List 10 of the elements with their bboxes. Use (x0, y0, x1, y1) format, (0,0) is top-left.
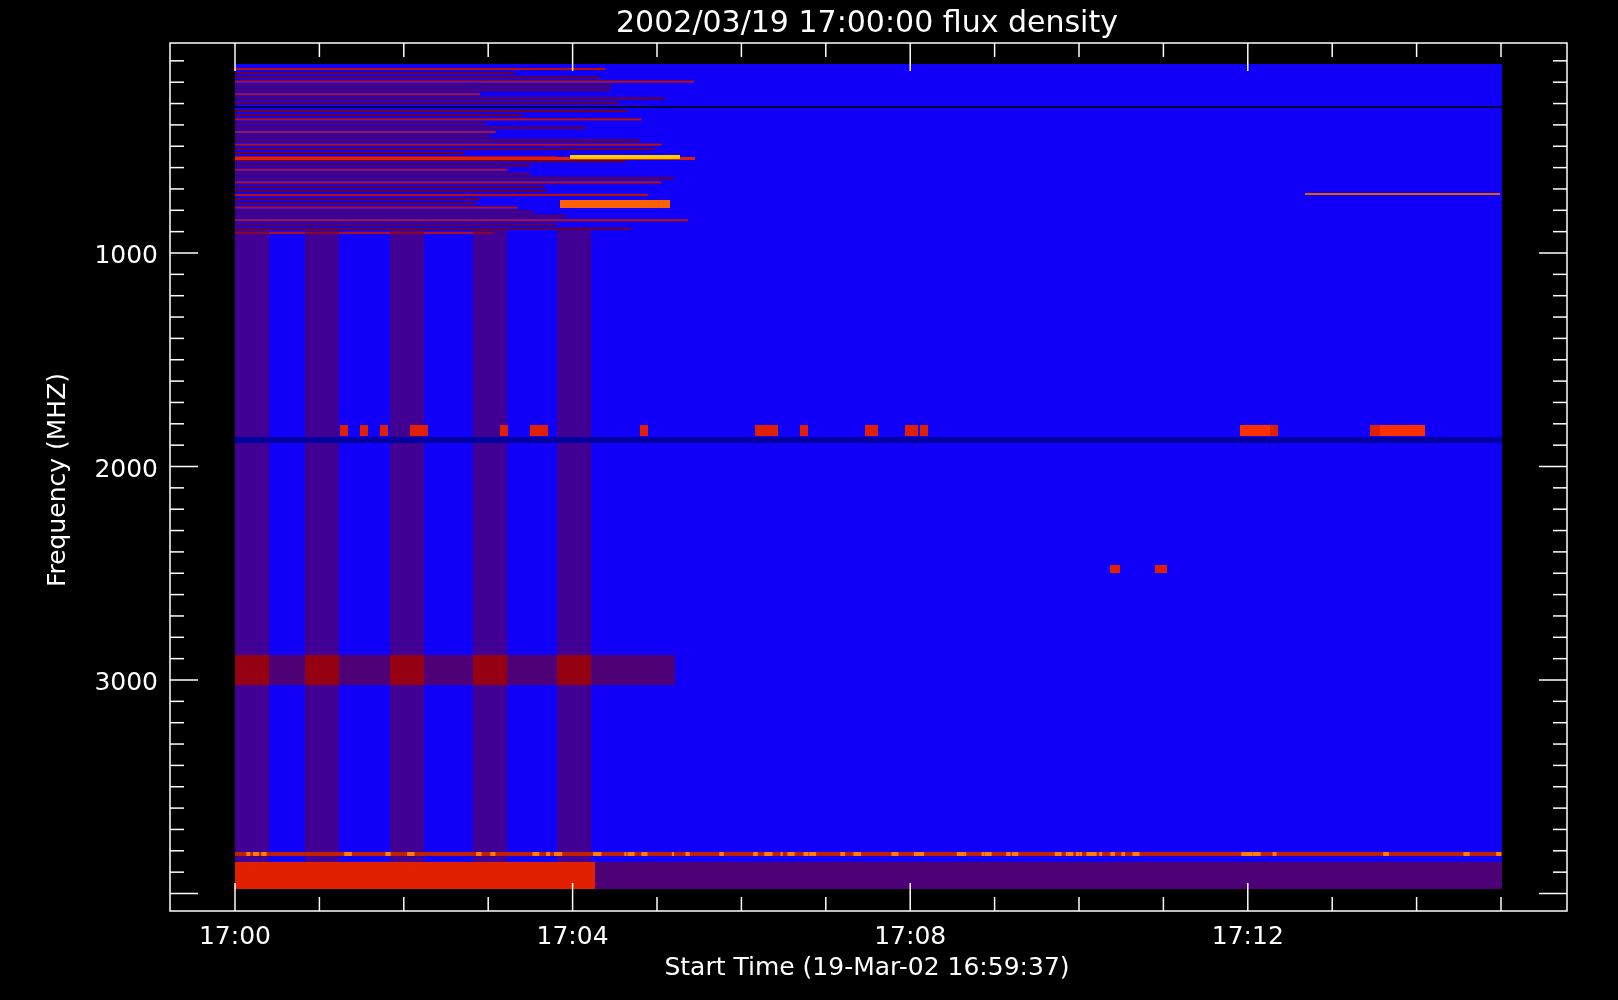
chart-title: 2002/03/19 17:00:00 flux density (616, 4, 1118, 39)
y-tick-label: 2000 (94, 453, 158, 483)
x-tick-label: 17:08 (874, 921, 947, 950)
y-tick-label: 1000 (94, 240, 158, 269)
y-axis-title: Frequency (MHZ) (42, 372, 71, 588)
x-axis-title: Start Time (19-Mar-02 16:59:37) (664, 952, 1070, 981)
y-tick-label: 3000 (94, 667, 158, 696)
x-tick-label: 17:12 (1211, 921, 1284, 950)
x-tick-label: 17:00 (199, 921, 271, 950)
x-tick-label: 17:04 (536, 921, 609, 950)
